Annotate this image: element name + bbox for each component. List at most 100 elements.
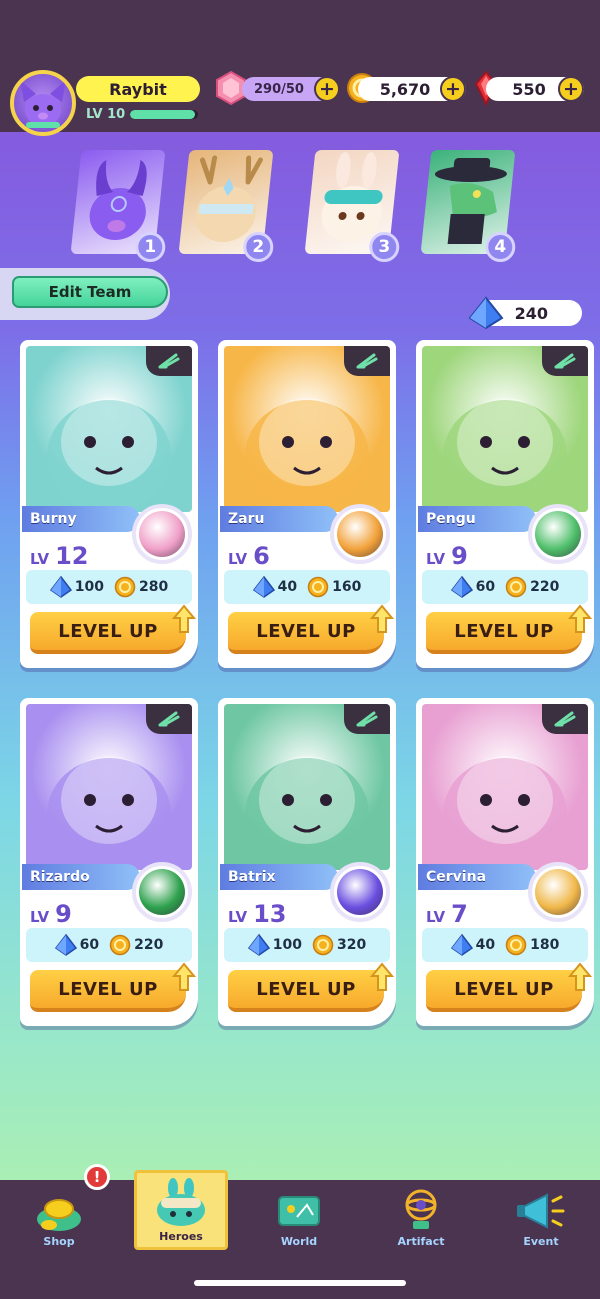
up-arrow-icon <box>172 962 196 991</box>
hero-level-value: 13 <box>253 900 287 928</box>
crystal-cost: 100 <box>74 579 104 595</box>
hero-element-orb <box>132 504 192 564</box>
blue-crystal-icon <box>450 934 473 956</box>
hero-level-value: 9 <box>55 900 72 928</box>
level-up-button[interactable]: LEVEL UP <box>426 612 582 654</box>
add-gems-button[interactable]: + <box>558 76 584 102</box>
up-arrow-icon <box>172 604 196 633</box>
hero-level-label: LV <box>30 908 50 926</box>
hero-card[interactable]: Pengu LV 9 60 220 LEVEL UP <box>416 340 594 668</box>
hero-level: LV 9 <box>30 900 72 928</box>
nav-event[interactable]: Event <box>494 1182 588 1252</box>
blue-crystal-icon <box>247 934 270 956</box>
up-arrow-icon <box>370 962 394 991</box>
hero-level-label: LV <box>228 550 248 568</box>
team-slot-1[interactable]: 1 <box>70 150 166 262</box>
armillary-icon <box>405 1189 437 1229</box>
hero-card[interactable]: Cervina LV 7 40 180 LEVEL UP <box>416 698 594 1026</box>
team-slot-4[interactable]: 4 <box>420 150 516 262</box>
level-up-cost: 40 160 <box>224 570 390 604</box>
coin-icon <box>505 576 527 598</box>
hero-element-orb <box>528 504 588 564</box>
hero-level: LV 12 <box>30 542 89 570</box>
edit-team-button[interactable]: Edit Team <box>12 276 168 308</box>
coin-cost: 280 <box>139 579 169 595</box>
player-name: Raybit <box>76 76 200 102</box>
hero-class-tag <box>542 704 588 734</box>
bat-avatar-icon <box>20 80 66 128</box>
hero-class-tag <box>344 346 390 376</box>
crystal-cost: 40 <box>277 579 298 595</box>
level-up-button[interactable]: LEVEL UP <box>30 612 186 654</box>
level-up-button[interactable]: LEVEL UP <box>30 970 186 1012</box>
coin-icon <box>312 934 334 956</box>
blue-crystal-icon <box>450 576 473 598</box>
hero-class-tag <box>146 346 192 376</box>
class-wing-icon <box>158 353 180 369</box>
up-arrow-icon <box>568 962 592 991</box>
crystal-cost: 100 <box>272 937 302 953</box>
coin-cost: 160 <box>332 579 362 595</box>
xp-bar <box>130 110 198 119</box>
add-coins-button[interactable]: + <box>440 76 466 102</box>
blue-crystal-icon <box>468 296 504 330</box>
nav-artifact[interactable]: Artifact <box>374 1182 468 1252</box>
nav-world[interactable]: World <box>252 1182 346 1252</box>
coin-icon <box>307 576 329 598</box>
hero-level: LV 13 <box>228 900 287 928</box>
hero-card[interactable]: Batrix LV 13 100 320 LEVEL UP <box>218 698 396 1026</box>
nav-label: Shop <box>43 1235 75 1248</box>
team-slot-number: 2 <box>243 232 274 262</box>
coin-cost: 320 <box>337 937 367 953</box>
level-up-button[interactable]: LEVEL UP <box>228 612 384 654</box>
crystal-cost: 40 <box>475 937 496 953</box>
hero-level-label: LV <box>228 908 248 926</box>
hero-name: Cervina <box>418 864 536 890</box>
hero-element-orb <box>528 862 588 922</box>
team-slot-3[interactable]: 3 <box>304 150 400 262</box>
nav-heroes[interactable]: Heroes <box>134 1170 228 1250</box>
player-avatar[interactable] <box>10 70 76 136</box>
level-up-cost: 100 280 <box>26 570 192 604</box>
add-energy-button[interactable]: + <box>314 76 340 102</box>
hero-level: LV 6 <box>228 542 270 570</box>
class-wing-icon <box>554 711 576 727</box>
level-up-cost: 60 220 <box>26 928 192 962</box>
hero-element-orb <box>330 504 390 564</box>
hero-level-label: LV <box>426 550 446 568</box>
nav-label: World <box>280 1235 318 1248</box>
hero-element-orb <box>132 862 192 922</box>
hero-name: Batrix <box>220 864 338 890</box>
hero-level-value: 6 <box>253 542 270 570</box>
coin-icon <box>109 934 131 956</box>
team-slot-2[interactable]: 2 <box>178 150 274 262</box>
team-slot-number: 3 <box>369 232 400 262</box>
coin-icon <box>505 934 527 956</box>
blue-crystal-icon <box>54 934 77 956</box>
level-up-cost: 40 180 <box>422 928 588 962</box>
level-up-button[interactable]: LEVEL UP <box>228 970 384 1012</box>
hero-name: Burny <box>22 506 140 532</box>
shop-alert-badge: ! <box>84 1164 110 1190</box>
level-up-button[interactable]: LEVEL UP <box>426 970 582 1012</box>
coin-bag-icon <box>37 1199 81 1231</box>
hero-card[interactable]: Burny LV 12 100 280 LEVEL UP <box>20 340 198 668</box>
coin-cost: 220 <box>134 937 164 953</box>
class-wing-icon <box>158 711 180 727</box>
crystal-cost: 60 <box>79 937 100 953</box>
hero-card[interactable]: Zaru LV 6 40 160 LEVEL UP <box>218 340 396 668</box>
nav-label: Artifact <box>397 1235 445 1248</box>
hero-level-label: LV <box>30 550 50 568</box>
hero-level-value: 7 <box>451 900 468 928</box>
hero-card[interactable]: Rizardo LV 9 60 220 LEVEL UP <box>20 698 198 1026</box>
home-indicator[interactable] <box>194 1280 406 1286</box>
crystal-cost: 60 <box>475 579 496 595</box>
nav-label: Heroes <box>159 1230 203 1243</box>
xp-bar-fill <box>130 110 195 119</box>
hero-level: LV 7 <box>426 900 468 928</box>
team-slot-number: 4 <box>485 232 516 262</box>
megaphone-icon <box>517 1193 565 1229</box>
nav-shop[interactable]: Shop <box>12 1182 106 1252</box>
class-wing-icon <box>356 353 378 369</box>
player-level: LV 10 <box>86 107 126 122</box>
